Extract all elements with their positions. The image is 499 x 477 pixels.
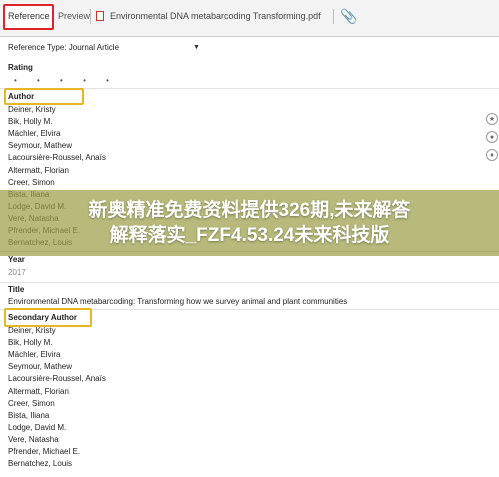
tab-reference[interactable]: Reference <box>8 10 50 22</box>
tab-attachment[interactable]: Environmental DNA metabarcoding Transfor… <box>110 10 321 22</box>
author-lookup-icon[interactable]: ★ <box>486 113 498 125</box>
author-name[interactable]: Lacoursière-Roussel, Anaïs <box>8 153 106 163</box>
overlay-line-2: 解释落实_FZF4.53.24未来科技版 <box>109 225 390 246</box>
tab-bar: Reference Preview Environmental DNA meta… <box>0 0 499 37</box>
author-name[interactable]: Vere, Natasha <box>8 435 59 445</box>
reference-type-select[interactable]: Reference Type: Journal Article <box>8 43 119 53</box>
author-name[interactable]: Lodge, David M. <box>8 423 66 433</box>
rating-label: Rating <box>8 63 33 72</box>
author-name[interactable]: Seymour, Mathew <box>8 141 72 151</box>
tab-separator <box>333 9 334 24</box>
promo-overlay-banner: 新奥精准免费资料提供326期,未来解答 解释落实_FZF4.53.24未来科技版 <box>0 190 499 256</box>
overlay-line-1: 新奥精准免费资料提供326期,未来解答 <box>88 200 411 221</box>
dropdown-arrow-icon[interactable]: ▼ <box>193 44 200 51</box>
author-name[interactable]: Seymour, Mathew <box>8 362 72 372</box>
author-name[interactable]: Mächler, Elvira <box>8 350 60 360</box>
author-name[interactable]: Altermatt, Florian <box>8 387 69 397</box>
paperclip-icon[interactable]: 📎 <box>340 9 357 23</box>
title-field[interactable]: Environmental DNA metabarcoding: Transfo… <box>8 297 347 307</box>
author-name[interactable]: Lacoursière-Roussel, Anaïs <box>8 374 106 384</box>
author-name[interactable]: Bik, Holly M. <box>8 117 52 127</box>
pdf-file-icon <box>96 11 104 21</box>
author-network-icon[interactable]: ● <box>486 131 498 143</box>
tab-separator <box>90 9 91 24</box>
author-name[interactable]: Mächler, Elvira <box>8 129 60 139</box>
secondary-author-label: Secondary Author <box>8 313 78 322</box>
author-name[interactable]: Deiner, Kristy <box>8 326 56 336</box>
author-group-icon[interactable]: ♦ <box>486 149 498 161</box>
author-name[interactable]: Creer, Simon <box>8 399 55 409</box>
year-field[interactable]: 2017 <box>8 268 26 278</box>
author-name[interactable]: Altermatt, Florian <box>8 166 69 176</box>
rating-stars[interactable]: • • • • • <box>14 76 118 85</box>
author-name[interactable]: Bernatchez, Louis <box>8 459 72 469</box>
title-label: Title <box>8 285 25 294</box>
author-name[interactable]: Deiner, Kristy <box>8 105 56 115</box>
field-divider <box>0 282 499 283</box>
author-name[interactable]: Creer, Simon <box>8 178 55 188</box>
author-label: Author <box>8 92 35 101</box>
author-name[interactable]: Bista, Iliana <box>8 411 49 421</box>
year-label: Year <box>8 255 25 264</box>
author-name[interactable]: Pfrender, Michael E. <box>8 447 80 457</box>
tab-preview[interactable]: Preview <box>58 10 90 22</box>
author-name[interactable]: Bik, Holly M. <box>8 338 52 348</box>
